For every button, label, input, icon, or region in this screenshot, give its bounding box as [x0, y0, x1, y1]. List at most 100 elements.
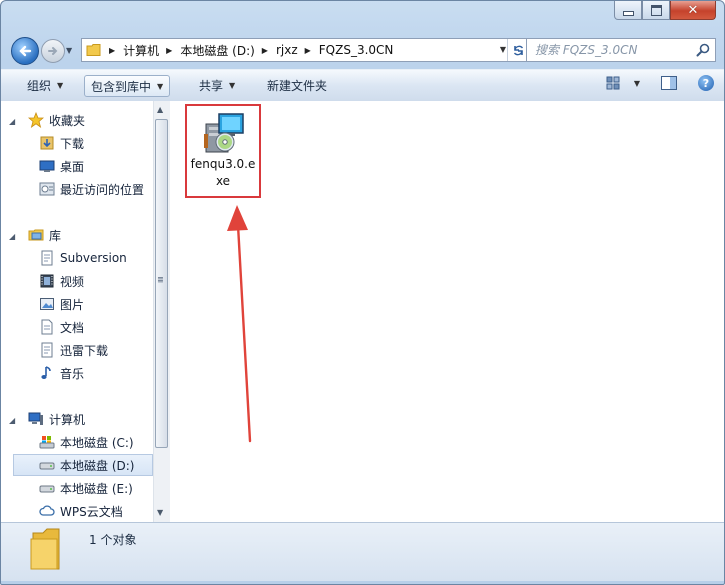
status-bar: 1 个对象: [1, 522, 724, 581]
picture-icon: [40, 298, 54, 310]
sidebar-item-pictures[interactable]: 图片: [39, 293, 153, 315]
library-icon: [28, 229, 44, 241]
breadcrumb-item-drive-d[interactable]: 本地磁盘 (D:): [180, 42, 254, 59]
chevron-down-icon: ▼: [157, 81, 164, 91]
navigation-pane-scrollbar[interactable]: ▲ ═ ═ ▼: [153, 101, 170, 522]
collapse-triangle-icon[interactable]: ◢: [9, 117, 15, 126]
file-list: fenqu3.0.e xe: [169, 101, 724, 522]
sidebar-group-label: 计算机: [49, 412, 86, 427]
organize-label: 组织: [27, 78, 52, 93]
new-folder-button[interactable]: 新建文件夹: [261, 75, 333, 95]
sidebar-item-label: 最近访问的位置: [60, 182, 145, 197]
refresh-button[interactable]: [507, 39, 528, 61]
scroll-down-icon[interactable]: ▼: [157, 508, 163, 517]
chevron-down-icon: ▼: [57, 80, 64, 90]
sidebar-item-label: 视频: [60, 274, 85, 289]
view-controls: ▼ ?: [606, 75, 714, 91]
breadcrumb-chevron-icon[interactable]: ▶: [109, 46, 115, 55]
sidebar-item-music[interactable]: 音乐: [39, 362, 153, 384]
maximize-button[interactable]: [642, 1, 670, 20]
include-in-library-button[interactable]: 包含到库中 ▼: [84, 75, 171, 97]
include-in-library-label: 包含到库中: [91, 79, 152, 94]
scrollbar-grip-icon: ═ ═: [158, 274, 163, 286]
sidebar-item-downloads[interactable]: 下载: [39, 132, 153, 154]
sidebar-group-favorites[interactable]: 收藏夹: [28, 109, 153, 131]
sidebar-item-drive-e[interactable]: 本地磁盘 (E:): [39, 477, 153, 499]
star-icon: [28, 112, 44, 128]
sidebar-group-label: 收藏夹: [49, 113, 86, 128]
file-name: fenqu3.0.e xe: [189, 156, 257, 190]
breadcrumb-chevron-icon[interactable]: ▶: [166, 46, 172, 55]
navigation-row: ▼ ▶ 计算机 ▶ 本地磁盘 (D:) ▶ rjxz ▶ FQZS_3.0CN …: [11, 35, 716, 65]
collapse-triangle-icon[interactable]: ◢: [9, 416, 15, 425]
breadcrumb-item-rjxz[interactable]: rjxz: [276, 43, 298, 57]
breadcrumb-item-current-folder[interactable]: FQZS_3.0CN: [319, 43, 394, 57]
navigation-pane: ◢ 收藏夹 下载 桌面 最近访问的位置 ◢ 库 Subversion 视频 图片…: [1, 101, 153, 522]
status-item-count: 1 个对象: [89, 533, 137, 547]
window-caption-buttons: ✕: [614, 1, 716, 21]
folder-icon: [30, 528, 60, 570]
help-icon[interactable]: ?: [698, 75, 714, 91]
document-library-icon: [41, 342, 53, 358]
new-folder-label: 新建文件夹: [267, 78, 328, 93]
cloud-icon: [39, 505, 55, 516]
search-icon[interactable]: [696, 43, 710, 57]
sidebar-item-label: 迅雷下载: [60, 343, 109, 358]
collapse-triangle-icon[interactable]: ◢: [9, 232, 15, 241]
sidebar-item-drive-d[interactable]: 本地磁盘 (D:): [13, 454, 153, 476]
breadcrumb-item-computer[interactable]: 计算机: [123, 42, 159, 59]
back-button[interactable]: [11, 37, 39, 65]
preview-pane-icon[interactable]: [660, 75, 678, 91]
document-icon: [41, 319, 53, 335]
installer-exe-icon: [204, 113, 244, 153]
hard-drive-icon: [39, 485, 55, 493]
sidebar-item-label: Subversion: [60, 251, 127, 265]
sidebar-item-recent-places[interactable]: 最近访问的位置: [39, 178, 153, 200]
sidebar-item-drive-c[interactable]: 本地磁盘 (C:): [39, 431, 153, 453]
minimize-icon: [622, 10, 634, 16]
refresh-icon: [513, 45, 523, 55]
sidebar-group-computer[interactable]: 计算机: [28, 408, 153, 430]
breadcrumb-chevron-icon[interactable]: ▶: [262, 46, 268, 55]
sidebar-item-documents[interactable]: 文档: [39, 316, 153, 338]
scroll-up-icon[interactable]: ▲: [157, 105, 163, 114]
sidebar-group-libraries[interactable]: 库: [28, 224, 153, 246]
explorer-window: ✕ ▼ ▶ 计算机 ▶ 本地磁盘 (D:) ▶ rjxz ▶ FQZS_3.0C…: [0, 0, 725, 585]
address-history-chevron-down-icon[interactable]: ▼: [500, 45, 506, 54]
close-button[interactable]: ✕: [670, 1, 716, 20]
sidebar-item-desktop[interactable]: 桌面: [39, 155, 153, 177]
share-label: 共享: [199, 78, 224, 93]
change-view-icon[interactable]: [606, 75, 624, 91]
address-bar[interactable]: ▶ 计算机 ▶ 本地磁盘 (D:) ▶ rjxz ▶ FQZS_3.0CN ▼: [81, 38, 529, 62]
sidebar-item-label: 本地磁盘 (C:): [60, 435, 134, 450]
recent-places-icon: [39, 182, 55, 196]
view-options-chevron-down-icon[interactable]: ▼: [634, 79, 640, 88]
sidebar-item-label: 音乐: [60, 366, 85, 381]
document-library-icon: [41, 250, 53, 266]
sidebar-item-wps-cloud[interactable]: WPS云文档: [39, 500, 153, 522]
sidebar-item-subversion[interactable]: Subversion: [39, 247, 153, 269]
sidebar-item-thunder-downloads[interactable]: 迅雷下载: [39, 339, 153, 361]
downloads-folder-icon: [40, 136, 54, 150]
sidebar-item-label: 下载: [60, 136, 85, 151]
breadcrumb-chevron-icon[interactable]: ▶: [305, 46, 311, 55]
organize-button[interactable]: 组织 ▼: [21, 75, 69, 95]
video-icon: [40, 274, 54, 288]
close-icon: ✕: [687, 2, 699, 18]
sidebar-item-label: 本地磁盘 (D:): [60, 458, 135, 473]
search-input[interactable]: [533, 42, 697, 58]
hard-drive-icon: [39, 462, 55, 470]
music-note-icon: [41, 366, 51, 379]
recent-pages-chevron-down-icon[interactable]: ▼: [66, 46, 72, 55]
file-name-line: xe: [215, 174, 231, 188]
content-area: ◢ 收藏夹 下载 桌面 最近访问的位置 ◢ 库 Subversion 视频 图片…: [1, 101, 724, 522]
maximize-icon: [650, 4, 662, 16]
sidebar-item-videos[interactable]: 视频: [39, 270, 153, 292]
file-item[interactable]: fenqu3.0.e xe: [185, 104, 261, 198]
minimize-button[interactable]: [614, 1, 642, 20]
share-button[interactable]: 共享 ▼: [193, 75, 241, 95]
forward-button[interactable]: [41, 39, 65, 63]
search-box[interactable]: [526, 38, 716, 62]
desktop-icon: [39, 160, 55, 172]
sidebar-item-label: WPS云文档: [60, 504, 123, 519]
